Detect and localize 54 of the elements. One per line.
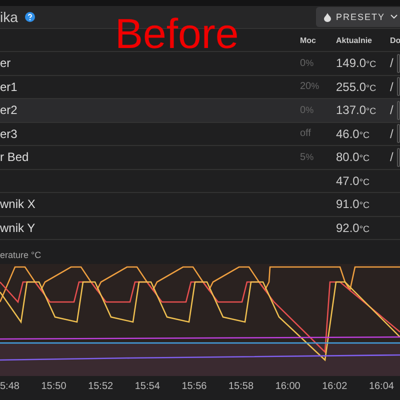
column-header: Moc — [300, 36, 317, 44]
target-input[interactable] — [397, 54, 400, 73]
help-icon[interactable] — [24, 12, 35, 22]
axis-label: 16:00 — [275, 381, 300, 392]
heater-row[interactable]: er3 off 46.0°C / — [0, 122, 400, 146]
heater-row[interactable]: wnik Y 92.0°C — [0, 216, 400, 240]
heater-row[interactable]: er2 0% 137.0°C / — [0, 99, 400, 122]
sensor-name: er2 — [0, 103, 18, 118]
current-temperature: 91.0°C — [336, 197, 370, 212]
chart-title: erature °C — [0, 250, 42, 260]
target-input[interactable] — [397, 100, 400, 120]
heater-row[interactable]: er 0% 149.0°C / — [0, 52, 400, 76]
slash-separator: / — [390, 80, 394, 94]
current-temperature: 92.0°C — [336, 220, 370, 235]
axis-label: 16:04 — [368, 381, 394, 392]
power-value: 0% — [300, 58, 315, 69]
current-temperature: 80.0°C — [336, 150, 370, 164]
target-input[interactable] — [397, 77, 400, 96]
axis-label: 15:50 — [41, 381, 66, 392]
power-value: 0% — [300, 104, 315, 116]
sensor-name: er3 — [0, 126, 18, 141]
sensor-name: wnik Y — [0, 220, 36, 235]
target-input[interactable] — [397, 124, 400, 144]
slash-separator: / — [390, 126, 394, 141]
presets-button[interactable]: PRESETY — [316, 7, 400, 27]
sensor-name: er — [0, 56, 12, 70]
column-header: Do — [390, 36, 400, 44]
slash-separator: / — [390, 103, 394, 118]
sensor-name: er1 — [0, 80, 18, 94]
chevron-down-icon — [390, 14, 398, 20]
axis-label: 15:56 — [182, 381, 207, 392]
current-temperature: 255.0°C — [336, 80, 378, 94]
power-value: off — [300, 128, 312, 140]
power-value: 5% — [300, 152, 315, 163]
panel-title: ika — [0, 9, 18, 25]
heater-row[interactable]: 47.0°C — [0, 170, 400, 193]
current-temperature: 137.0°C — [336, 103, 378, 118]
axis-label: 15:58 — [228, 381, 254, 392]
sensor-name: wnik X — [0, 197, 36, 212]
axis-label: 15:52 — [88, 381, 114, 392]
slash-separator: / — [390, 150, 394, 164]
axis-label: 16:02 — [322, 381, 348, 392]
heater-row[interactable]: er1 20% 255.0°C / — [0, 76, 400, 99]
current-temperature: 149.0°C — [336, 56, 378, 70]
heater-row[interactable]: r Bed 5% 80.0°C / — [0, 146, 400, 170]
power-value: 20% — [300, 81, 320, 92]
current-temperature: 46.0°C — [336, 126, 370, 141]
current-temperature: 47.0°C — [336, 174, 370, 188]
sensor-name: r Bed — [0, 150, 30, 164]
slash-separator: / — [390, 56, 394, 70]
axis-label: 5:48 — [0, 381, 20, 392]
axis-label: 15:54 — [134, 381, 160, 392]
target-input[interactable] — [397, 148, 400, 167]
column-header: Aktualnie — [336, 36, 374, 44]
